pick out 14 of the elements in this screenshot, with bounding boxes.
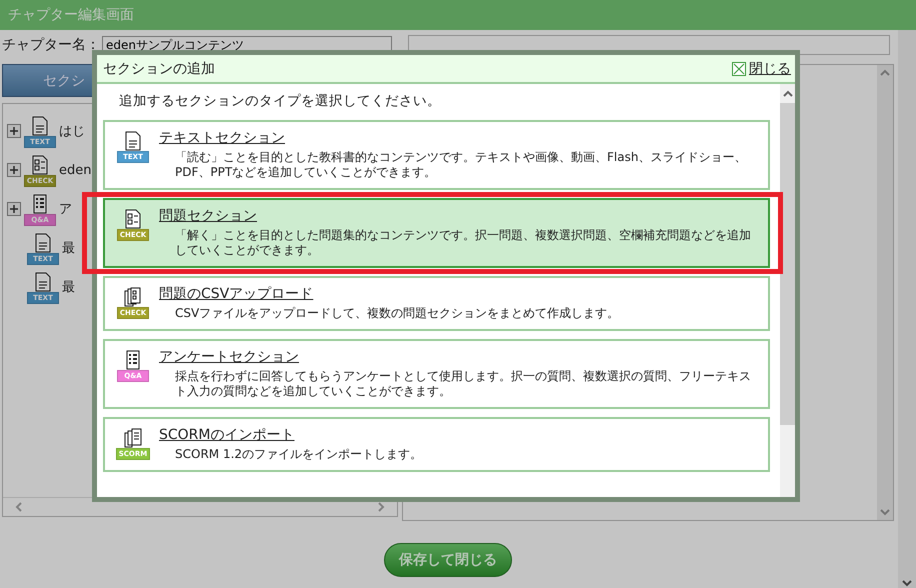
tree-item-label: はじ <box>59 123 85 140</box>
option-description: 「解く」ことを目的とした問題集的なコンテンツです。択一問題、複数選択問題、空欄補充問題などを追加していくことができます。 <box>174 228 752 258</box>
tree-item-label: ア <box>59 201 72 218</box>
chapter-name-label: チャプター名： <box>2 36 100 54</box>
window-title: チャプター編集画面 <box>0 0 916 30</box>
option-description: SCORM 1.2のファイルをインポートします。 <box>174 447 422 462</box>
tree-item-label: 最 <box>62 240 75 257</box>
dialog-title: セクションの追加 <box>103 60 215 78</box>
instruction-text: 追加するセクションのタイプを選択してください。 <box>118 92 442 110</box>
option-description: 「読む」ことを目的とした教科書的なコンテンツです。テキストや画像、動画、Flash、スライドショー、PDF、PPTなどを追加していくことができます。 <box>174 150 748 180</box>
option-description: CSVファイルをアップロードして、複数の問題セクションをまとめて作成します。 <box>174 306 620 321</box>
tree-item-label: 最 <box>62 279 75 296</box>
tree-item-label: eden <box>59 162 92 178</box>
option-description: 採点を行わずに回答してもらうアンケートとして使用します。択一の質問、複数選択の質問、フリーテキスト入力の質問などを追加していくことができます。 <box>174 369 752 399</box>
